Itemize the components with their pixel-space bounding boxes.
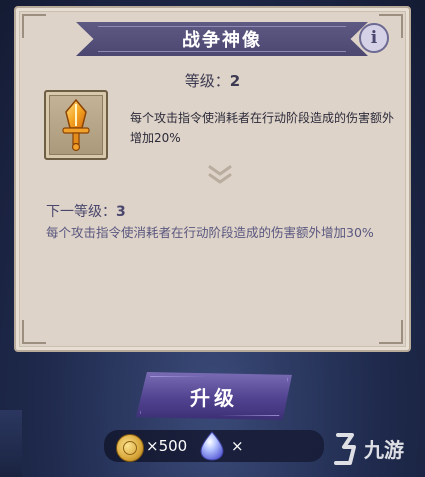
watermark-mark-icon xyxy=(334,432,356,465)
next-effect-description: 每个攻击指令使消耗者在行动阶段造成的伤害额外增加30% xyxy=(46,225,374,240)
level-label: 等级： xyxy=(184,72,230,90)
background-decoration xyxy=(0,410,22,477)
coin-cost: ×500 xyxy=(146,437,188,455)
upgrade-button[interactable]: 升级 xyxy=(136,372,292,420)
coin-icon xyxy=(116,434,144,462)
chevron-down-icon xyxy=(208,165,232,184)
upgrade-panel: 战争神像 i 等级：2 每个攻击指令使消耗者在行动阶段造成的伤害额外增加20% xyxy=(14,6,411,352)
level-value: 2 xyxy=(229,72,241,90)
current-effect-description: 每个攻击指令使消耗者在行动阶段造成的伤害额外增加20% xyxy=(130,111,395,145)
title-ribbon: 战争神像 xyxy=(76,22,368,56)
corner-ornament xyxy=(22,320,46,344)
sword-icon xyxy=(62,98,90,152)
info-button[interactable]: i xyxy=(359,23,389,53)
item-slot[interactable] xyxy=(44,90,108,160)
next-level: 下一等级：3 xyxy=(46,201,126,221)
upgrade-button-label: 升级 xyxy=(190,385,238,410)
next-level-label: 下一等级： xyxy=(46,204,116,220)
current-level: 等级：2 xyxy=(16,70,409,91)
crystal-cost: × xyxy=(231,437,244,455)
watermark-text: 九游 xyxy=(364,438,404,462)
crystal-icon xyxy=(200,431,224,461)
watermark-logo: 九游 xyxy=(330,420,425,477)
panel-title: 战争神像 xyxy=(182,30,262,51)
corner-ornament xyxy=(22,14,46,38)
info-icon: i xyxy=(370,28,378,48)
next-level-value: 3 xyxy=(116,204,126,220)
corner-ornament xyxy=(379,320,403,344)
